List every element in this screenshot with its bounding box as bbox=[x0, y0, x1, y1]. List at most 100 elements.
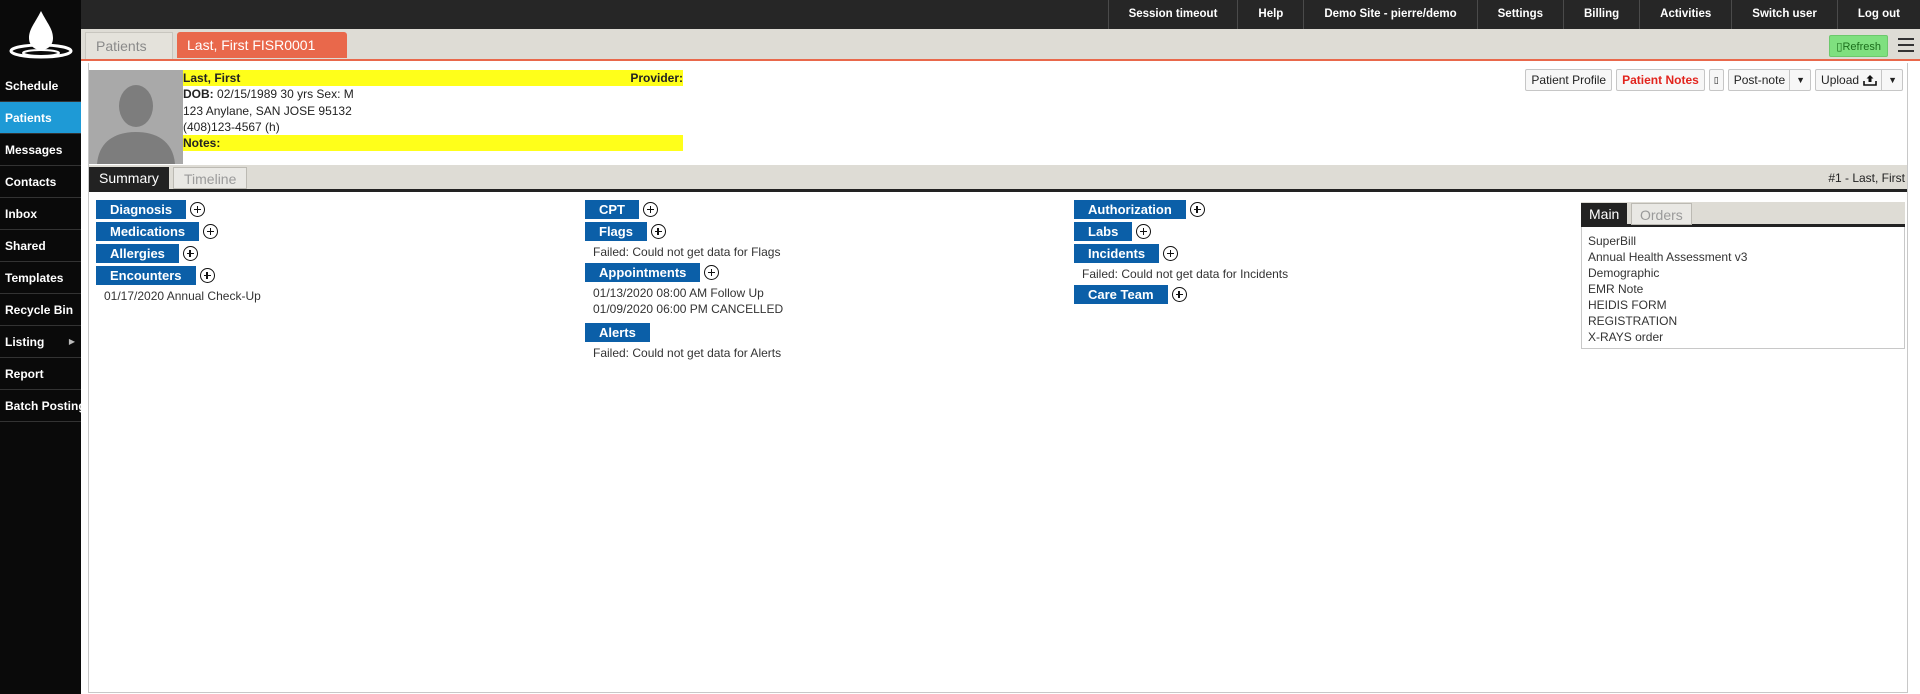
sidebar-item-recycle-bin[interactable]: Recycle Bin bbox=[0, 294, 81, 326]
sidebar-item-messages[interactable]: Messages bbox=[0, 134, 81, 166]
sidebar-item-patients[interactable]: Patients bbox=[0, 102, 81, 134]
upload-label: Upload bbox=[1821, 73, 1860, 87]
form-item-registration[interactable]: REGISTRATION bbox=[1588, 313, 1898, 329]
diagnosis-button[interactable]: Diagnosis bbox=[96, 200, 187, 219]
upload-icon bbox=[1863, 75, 1877, 86]
dob-value: 02/15/1989 30 yrs Sex: M bbox=[217, 87, 354, 102]
authorization-button[interactable]: Authorization bbox=[1074, 200, 1186, 219]
add-incident-plus-icon[interactable] bbox=[1163, 246, 1179, 261]
sidebar-item-listing[interactable]: Listing ▶ bbox=[0, 326, 81, 358]
flags-button[interactable]: Flags bbox=[585, 222, 647, 241]
app-logo[interactable] bbox=[0, 0, 81, 70]
forms-panel: Main Orders SuperBill Annual Health Asse… bbox=[1581, 202, 1905, 349]
dob-label: DOB: bbox=[183, 87, 214, 102]
form-item-superbill[interactable]: SuperBill bbox=[1588, 233, 1898, 249]
tab-patient-chart[interactable]: Last, First FISR0001 bbox=[177, 32, 347, 58]
sidebar-item-batch-posting[interactable]: Batch Posting bbox=[0, 390, 86, 422]
chart-identifier: #1 - Last, First bbox=[1828, 171, 1905, 185]
labs-button[interactable]: Labs bbox=[1074, 222, 1133, 241]
medications-button[interactable]: Medications bbox=[96, 222, 200, 241]
sidebar-item-inbox[interactable]: Inbox bbox=[0, 198, 81, 230]
incidents-button[interactable]: Incidents bbox=[1074, 244, 1160, 263]
session-timeout-link[interactable]: Session timeout bbox=[1107, 0, 1238, 29]
section-care-team: Care Team bbox=[1074, 285, 1288, 304]
upload-dropdown[interactable]: Upload ▼ bbox=[1815, 69, 1903, 91]
appointment-entry[interactable]: 01/13/2020 08:00 AM Follow Up bbox=[585, 285, 783, 301]
caret-down-icon: ▼ bbox=[1789, 70, 1805, 90]
add-care-team-plus-icon[interactable] bbox=[1171, 287, 1187, 302]
sidebar-item-contacts[interactable]: Contacts bbox=[0, 166, 81, 198]
sidebar-item-schedule[interactable]: Schedule bbox=[0, 70, 81, 102]
add-allergy-plus-icon[interactable] bbox=[182, 246, 198, 261]
section-labs: Labs bbox=[1074, 222, 1288, 241]
tab-orders[interactable]: Orders bbox=[1631, 203, 1692, 225]
summary-column-1: Diagnosis Medications Allergies Encounte… bbox=[96, 200, 261, 310]
encounter-list: 01/17/2020 Annual Check-Up bbox=[96, 288, 261, 304]
appointment-entry[interactable]: 01/09/2020 06:00 PM CANCELLED bbox=[585, 301, 783, 317]
refresh-button[interactable]: ▯Refresh bbox=[1829, 35, 1888, 57]
billing-link[interactable]: Billing bbox=[1563, 0, 1639, 29]
activities-link[interactable]: Activities bbox=[1639, 0, 1731, 29]
patient-tab-strip: Patients Last, First FISR0001 ▯Refresh bbox=[81, 29, 1920, 61]
tab-summary[interactable]: Summary bbox=[89, 167, 169, 189]
form-item-annual-health-assessment[interactable]: Annual Health Assessment v3 bbox=[1588, 249, 1898, 265]
hamburger-menu-icon[interactable] bbox=[1898, 37, 1914, 53]
section-authorization: Authorization bbox=[1074, 200, 1288, 219]
form-item-x-rays-order[interactable]: X-RAYS order bbox=[1588, 329, 1898, 345]
add-cpt-plus-icon[interactable] bbox=[643, 202, 658, 217]
summary-column-2: CPT Flags Failed: Could not get data for… bbox=[585, 200, 783, 364]
add-flag-plus-icon[interactable] bbox=[650, 224, 666, 239]
section-appointments: Appointments bbox=[585, 263, 783, 282]
sidebar-item-shared[interactable]: Shared bbox=[0, 230, 81, 262]
log-out-link[interactable]: Log out bbox=[1836, 0, 1920, 29]
alerts-button[interactable]: Alerts bbox=[585, 323, 650, 342]
form-item-emr-note[interactable]: EMR Note bbox=[1588, 281, 1898, 297]
tab-timeline[interactable]: Timeline bbox=[173, 167, 248, 189]
post-note-label: Post-note bbox=[1733, 73, 1786, 87]
chevron-right-icon: ▶ bbox=[68, 337, 75, 346]
encounters-button[interactable]: Encounters bbox=[96, 266, 196, 285]
flags-error-message: Failed: Could not get data for Flags bbox=[593, 245, 781, 259]
switch-user-link[interactable]: Switch user bbox=[1731, 0, 1837, 29]
cpt-button[interactable]: CPT bbox=[585, 200, 639, 219]
sidebar-item-templates[interactable]: Templates bbox=[0, 262, 81, 294]
post-note-dropdown[interactable]: Post-note ▼ bbox=[1727, 69, 1812, 91]
care-team-button[interactable]: Care Team bbox=[1074, 285, 1168, 304]
top-nav-bar: Session timeout Help Demo Site - pierre/… bbox=[81, 0, 1920, 29]
notes-row: Notes: bbox=[183, 135, 683, 152]
patient-name: Last, First bbox=[183, 71, 241, 85]
forms-tabs: Main Orders bbox=[1581, 202, 1905, 227]
section-allergies: Allergies bbox=[96, 244, 261, 263]
section-flags: Flags bbox=[585, 222, 783, 241]
section-medications: Medications bbox=[96, 222, 261, 241]
patient-info: Last, First Provider: DOB: 02/15/1989 30… bbox=[183, 70, 683, 152]
section-cpt: CPT bbox=[585, 200, 783, 219]
settings-link[interactable]: Settings bbox=[1476, 0, 1563, 29]
add-lab-plus-icon[interactable] bbox=[1136, 224, 1152, 239]
patient-profile-button[interactable]: Patient Profile bbox=[1525, 69, 1613, 91]
add-appointment-plus-icon[interactable] bbox=[704, 265, 720, 280]
allergies-button[interactable]: Allergies bbox=[96, 244, 179, 263]
form-item-demographic[interactable]: Demographic bbox=[1588, 265, 1898, 281]
add-diagnosis-plus-icon[interactable] bbox=[190, 202, 206, 217]
appointment-list: 01/13/2020 08:00 AM Follow Up 01/09/2020… bbox=[585, 285, 783, 317]
add-authorization-plus-icon[interactable] bbox=[1189, 202, 1205, 217]
person-silhouette-icon bbox=[89, 70, 183, 164]
tab-main[interactable]: Main bbox=[1581, 203, 1628, 225]
form-item-heidis-form[interactable]: HEIDIS FORM bbox=[1588, 297, 1898, 313]
help-link[interactable]: Help bbox=[1237, 0, 1303, 29]
add-medication-plus-icon[interactable] bbox=[203, 224, 219, 239]
patient-avatar bbox=[89, 70, 183, 164]
patient-phone: (408)123-4567 (h) bbox=[183, 119, 280, 134]
site-user-link[interactable]: Demo Site - pierre/demo bbox=[1303, 0, 1476, 29]
tab-patients[interactable]: Patients bbox=[85, 32, 173, 59]
encounter-entry[interactable]: 01/17/2020 Annual Check-Up bbox=[96, 288, 261, 304]
notes-extra-button[interactable]: ▯ bbox=[1708, 69, 1724, 91]
appointments-button[interactable]: Appointments bbox=[585, 263, 701, 282]
add-encounter-plus-icon[interactable] bbox=[199, 268, 215, 283]
sidebar-item-report[interactable]: Report bbox=[0, 358, 81, 390]
sidebar-item-label: Listing bbox=[5, 335, 45, 349]
section-incidents: Incidents bbox=[1074, 244, 1288, 263]
patient-notes-button[interactable]: Patient Notes bbox=[1616, 69, 1705, 91]
incidents-error-message: Failed: Could not get data for Incidents bbox=[1082, 267, 1289, 281]
